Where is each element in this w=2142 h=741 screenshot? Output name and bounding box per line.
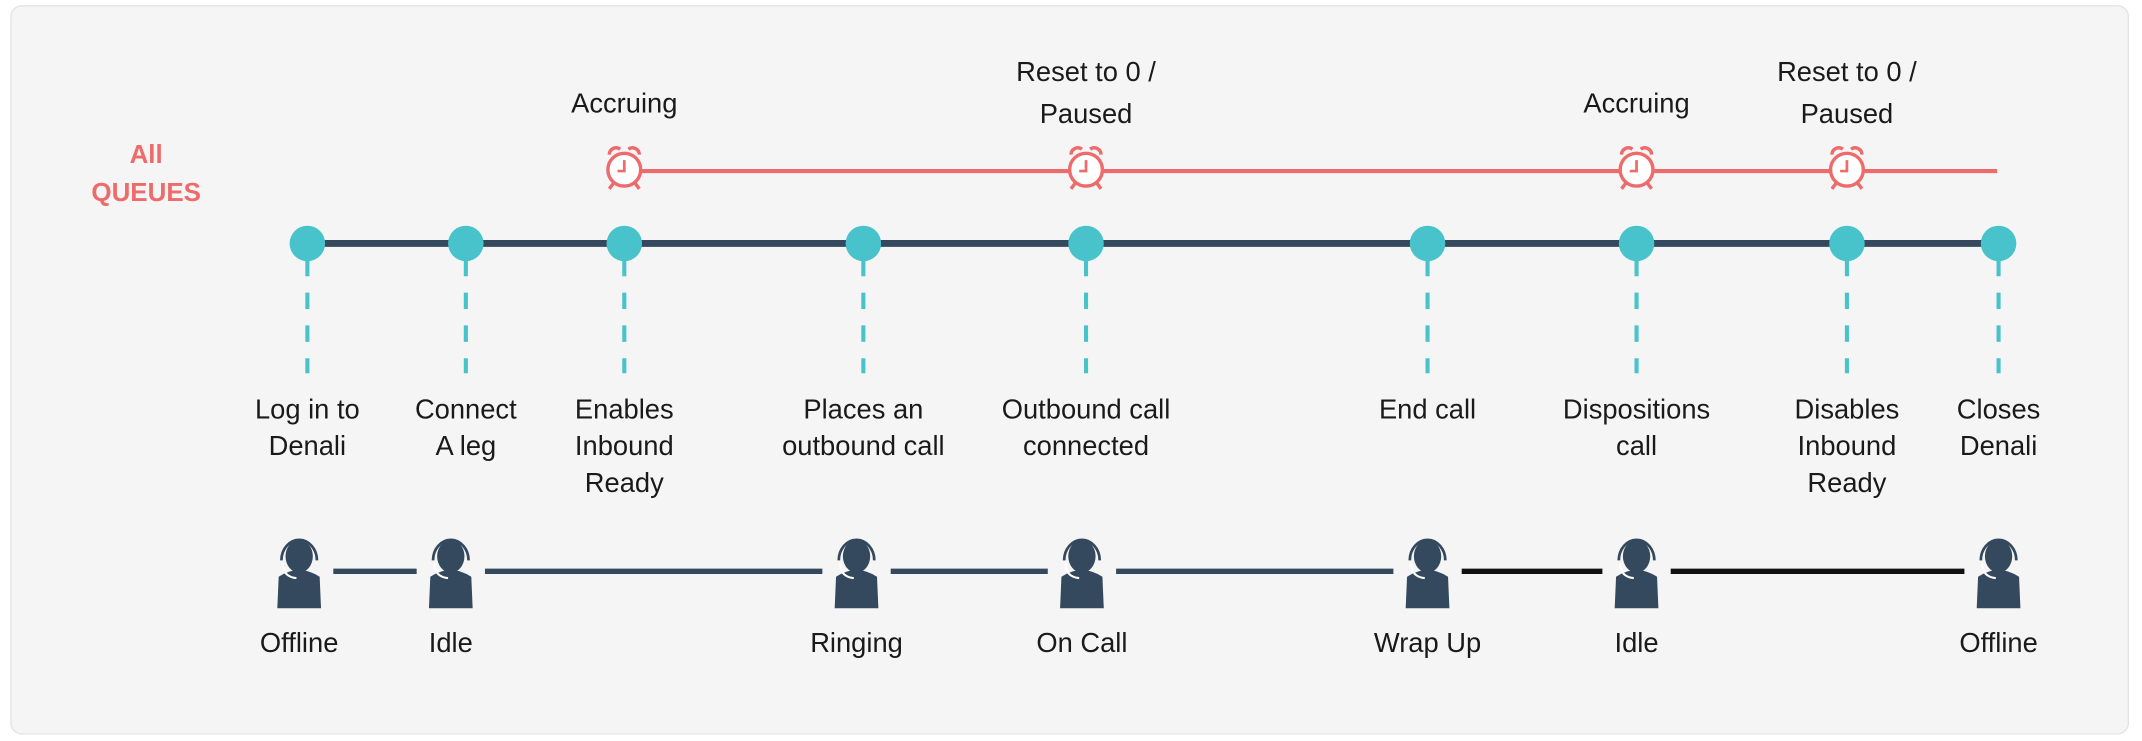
- milestone-label: Outbound call: [1002, 393, 1171, 424]
- milestone-dot: [1409, 225, 1446, 262]
- agent-headset-icon: [428, 538, 473, 609]
- milestone-dot: [1618, 225, 1655, 262]
- milestone-dot: [1829, 225, 1865, 262]
- agent-headset-icon: [1405, 538, 1450, 609]
- milestone-label: Ready: [1807, 467, 1886, 498]
- agent-headset-icon: [277, 538, 322, 609]
- agent-state-label: Wrap Up: [1374, 627, 1481, 658]
- milestone-label: Log in to: [255, 393, 360, 424]
- queue-event-label: Accruing: [1583, 87, 1689, 118]
- queue-label-line2: QUEUES: [91, 179, 201, 207]
- agent-headset-icon: [1060, 538, 1104, 609]
- milestone-label: call: [1616, 430, 1657, 461]
- agent-headset-icon: [834, 538, 879, 609]
- agent-state-label: Ringing: [810, 627, 903, 658]
- milestone-dot: [448, 225, 484, 262]
- milestone-label: Closes: [1957, 393, 2040, 424]
- agent-state-label: Offline: [260, 627, 338, 658]
- milestone-label: Inbound: [1798, 430, 1897, 461]
- milestone-dot: [1980, 225, 2017, 262]
- agent-headset-icon: [1614, 538, 1659, 609]
- agent-headset-icon: [1976, 538, 2021, 609]
- milestone-label: Inbound: [575, 430, 674, 461]
- milestone-label: Places an: [803, 393, 923, 424]
- milestone-label: Denali: [1960, 430, 2037, 461]
- milestone-label: outbound call: [782, 430, 944, 461]
- milestone-dot: [845, 225, 882, 262]
- milestone-label: connected: [1023, 430, 1149, 461]
- agent-state-label: Offline: [1959, 627, 2037, 658]
- queue-event-label: Reset to 0 /: [1016, 56, 1156, 87]
- milestone-dot: [1068, 225, 1104, 262]
- milestone-label: Disables: [1795, 393, 1900, 424]
- milestone-dot: [606, 225, 643, 262]
- milestone-label: End call: [1379, 393, 1476, 424]
- queue-event-label: Reset to 0 /: [1777, 56, 1917, 87]
- agent-state-label: On Call: [1036, 627, 1127, 658]
- queue-event-label: Paused: [1040, 98, 1133, 129]
- agent-state-label: Idle: [429, 627, 473, 658]
- milestone-label: A leg: [435, 430, 496, 461]
- agent-state-timeline-diagram: All QUEUES Accruing Reset to 0 / Paused Acc…: [10, 5, 2130, 735]
- milestone-label: Ready: [585, 467, 664, 498]
- queue-event-label: Accruing: [571, 87, 677, 118]
- milestone-dot: [289, 225, 326, 262]
- milestone-label: Dispositions: [1563, 393, 1710, 424]
- queue-label-line1: All: [130, 141, 163, 169]
- queue-event-label: Paused: [1801, 98, 1894, 129]
- milestone-label: Connect: [415, 393, 517, 424]
- agent-state-label: Idle: [1615, 627, 1659, 658]
- milestone-label: Enables: [575, 393, 674, 424]
- milestone-label: Denali: [269, 430, 346, 461]
